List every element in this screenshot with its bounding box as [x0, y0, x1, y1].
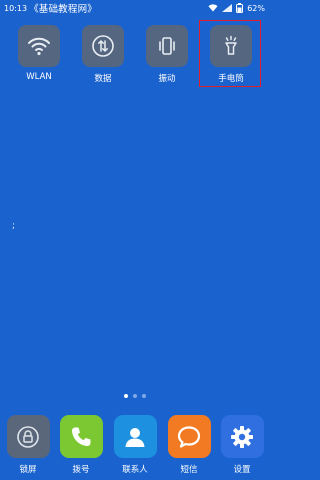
dock-app-contacts[interactable]: 联系人: [108, 415, 162, 477]
signal-icon: [222, 4, 233, 12]
toggle-data-label: 数据: [94, 74, 112, 84]
toggle-wlan-tile[interactable]: [18, 25, 60, 67]
toggle-vibrate[interactable]: 振动: [142, 25, 192, 87]
flashlight-highlight-box: [199, 20, 261, 87]
dock-contacts-label: 联系人: [122, 465, 148, 475]
battery-percent: 62%: [247, 3, 265, 13]
contacts-app-icon[interactable]: [113, 415, 157, 458]
toggle-data-tile[interactable]: [82, 25, 124, 67]
settings-app-icon[interactable]: [220, 415, 264, 458]
dock-app-lock[interactable]: 锁屏: [1, 415, 55, 477]
wifi-status-icon: [208, 4, 218, 12]
stray-mark: ;: [12, 221, 16, 231]
status-left: 10:13 《基础教程网》: [4, 1, 97, 16]
toggle-wlan[interactable]: WLAN: [14, 25, 64, 87]
gear-icon: [231, 425, 253, 448]
toggle-wlan-label: WLAN: [26, 72, 52, 82]
dock-phone-label: 拨号: [72, 465, 90, 475]
dock: 锁屏 拨号 联系人 短信 设置: [0, 415, 270, 480]
lock-app-icon[interactable]: [6, 415, 50, 458]
lock-icon: [17, 425, 39, 448]
wifi-icon: [28, 37, 50, 56]
phone-icon: [72, 427, 91, 446]
dock-lock-label: 锁屏: [19, 465, 37, 475]
status-time: 10:13: [4, 3, 28, 13]
page-indicator: [0, 394, 270, 398]
dock-messages-label: 短信: [180, 465, 198, 475]
mobile-data-icon: [92, 35, 114, 57]
dock-app-messages[interactable]: 短信: [162, 415, 216, 477]
toggle-data[interactable]: 数据: [78, 25, 128, 87]
page-dot-1[interactable]: [124, 394, 128, 398]
dock-app-settings[interactable]: 设置: [215, 415, 269, 477]
dock-app-phone[interactable]: 拨号: [54, 415, 108, 477]
toggle-vibrate-label: 振动: [158, 74, 176, 84]
status-right: 62%: [208, 3, 265, 13]
toggle-vibrate-tile[interactable]: [146, 25, 188, 67]
dock-settings-label: 设置: [233, 465, 251, 475]
message-icon: [177, 425, 201, 448]
phone-app-icon[interactable]: [59, 415, 103, 458]
messages-app-icon[interactable]: [167, 415, 211, 458]
contact-icon: [125, 427, 145, 447]
page-dot-3[interactable]: [142, 394, 146, 398]
vibrate-icon: [159, 37, 175, 55]
page-dot-2[interactable]: [133, 394, 137, 398]
battery-icon: [236, 3, 244, 13]
status-title: 《基础教程网》: [29, 4, 97, 15]
status-bar: 10:13 《基础教程网》 62%: [0, 0, 270, 16]
